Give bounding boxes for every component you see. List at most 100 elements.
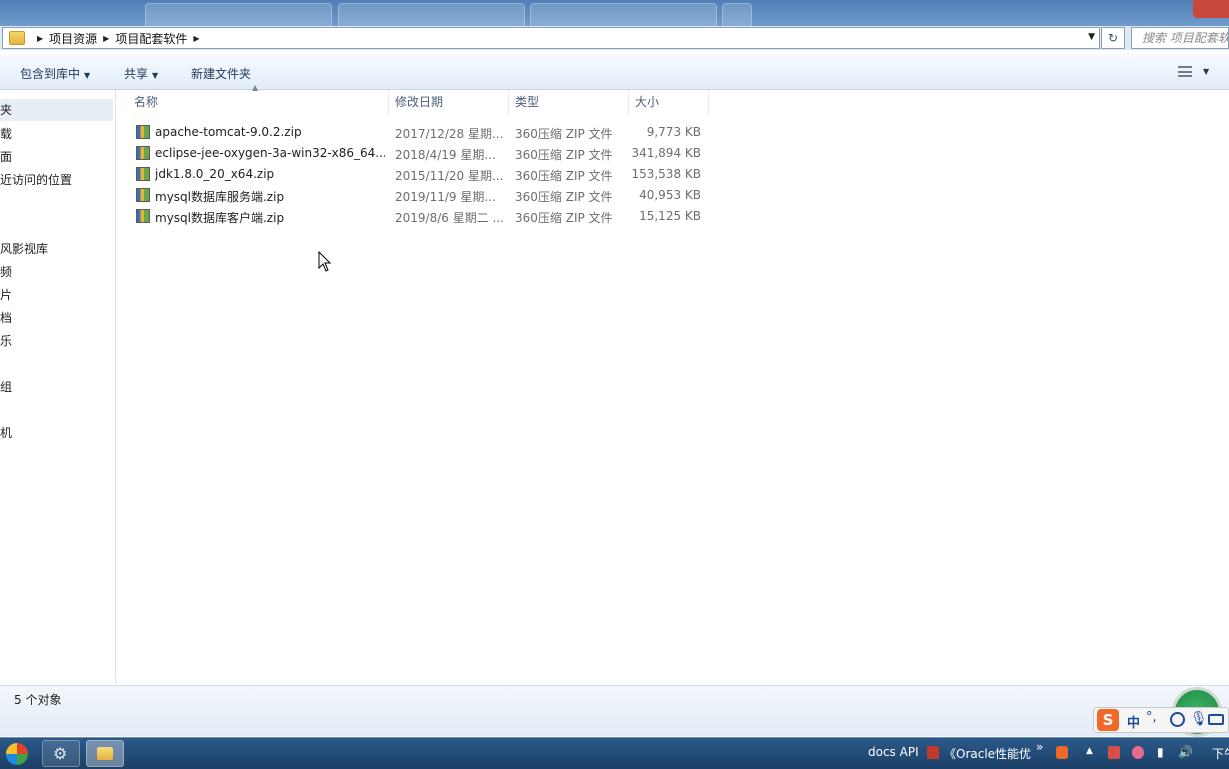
file-row[interactable]: jdk1.8.0_20_x64.zip 2015/11/20 星期... 360…: [130, 164, 710, 185]
file-row[interactable]: mysql数据库客户端.zip 2019/8/6 星期二 ... 360压缩 Z…: [130, 206, 710, 227]
sogou-tray-icon[interactable]: [1056, 746, 1068, 759]
file-name: apache-tomcat-9.0.2.zip: [155, 125, 302, 139]
file-name: eclipse-jee-oxygen-3a-win32-x86_64....: [155, 146, 385, 160]
column-header-row: 名称 修改日期 类型 大小: [116, 90, 736, 114]
zip-file-icon: [136, 209, 150, 223]
file-date: 2019/11/9 星期...: [395, 190, 496, 204]
view-options-icon[interactable]: [1178, 66, 1192, 77]
gear-icon: ⚙: [53, 744, 68, 763]
folder-icon: [9, 31, 25, 45]
file-type: 360压缩 ZIP 文件: [515, 190, 613, 204]
microphone-icon[interactable]: 🎙: [1190, 711, 1208, 727]
nav-item-pictures[interactable]: 片: [0, 286, 12, 303]
toolbar-docs-api[interactable]: docs API: [868, 745, 919, 759]
ime-mode-toggle[interactable]: 中: [1127, 712, 1140, 731]
zip-file-icon: [136, 167, 150, 181]
nav-item-videos[interactable]: 频: [0, 263, 12, 280]
nav-item-homegroup[interactable]: 组: [0, 378, 12, 395]
column-header-date[interactable]: 修改日期: [389, 90, 509, 114]
nav-item-music[interactable]: 乐: [0, 332, 12, 349]
ime-toolbar: S 中 °, 🎙: [1093, 707, 1229, 733]
taskbar: ⚙ docs API 《Oracle性能优 » ▲ ▮ 🔊 下午: [0, 737, 1229, 769]
new-tab-button[interactable]: [722, 3, 752, 27]
file-type: 360压缩 ZIP 文件: [515, 127, 613, 141]
search-input[interactable]: 搜索 项目配套软: [1131, 27, 1229, 49]
signal-icon[interactable]: ▮: [1157, 745, 1164, 759]
file-date: 2015/11/20 星期...: [395, 169, 504, 183]
chevron-right-icon[interactable]: ▶: [193, 34, 199, 43]
nav-item-desktop[interactable]: 面: [0, 148, 12, 165]
background-tab[interactable]: [145, 3, 332, 27]
file-size: 40,953 KB: [639, 188, 701, 202]
chevron-down-icon: ▼: [152, 71, 159, 80]
flower-tray-icon[interactable]: [1132, 746, 1144, 759]
file-size: 153,538 KB: [631, 167, 701, 181]
clock[interactable]: 下午: [1212, 745, 1229, 762]
folder-icon: [97, 747, 113, 760]
file-row[interactable]: eclipse-jee-oxygen-3a-win32-x86_64.... 2…: [130, 143, 710, 164]
file-size: 15,125 KB: [639, 209, 701, 223]
file-date: 2018/4/19 星期...: [395, 148, 496, 162]
status-bar: 5 个对象: [0, 685, 1229, 736]
breadcrumb-item[interactable]: 项目配套软件: [115, 30, 187, 47]
show-hidden-icons-icon[interactable]: ▲: [1086, 746, 1093, 756]
column-header-name[interactable]: 名称: [128, 90, 389, 114]
include-in-library-label: 包含到库中: [20, 67, 81, 81]
nav-item-recent-places[interactable]: 近访问的位置: [0, 171, 72, 188]
file-type: 360压缩 ZIP 文件: [515, 169, 613, 183]
keyboard-icon[interactable]: [1208, 714, 1224, 725]
zip-file-icon: [136, 188, 150, 202]
new-folder-button[interactable]: 新建文件夹: [191, 65, 251, 82]
chevron-down-icon[interactable]: ▼: [1088, 32, 1095, 42]
chrome-icon: [6, 743, 28, 765]
refresh-button[interactable]: ↻: [1101, 27, 1125, 49]
zip-file-icon: [136, 146, 150, 160]
navigation-pane: 夹 载 面 近访问的位置 风影视库 频 片 档 乐 组 机: [0, 90, 116, 684]
chevron-right-icon[interactable]: ▶: [37, 34, 43, 43]
window-close-button[interactable]: [1193, 0, 1229, 18]
title-strip: [0, 0, 1229, 27]
command-toolbar: 包含到库中 ▼ 共享 ▼ 新建文件夹 ▼: [0, 54, 1229, 90]
volume-icon[interactable]: 🔊: [1178, 745, 1193, 759]
file-name: jdk1.8.0_20_x64.zip: [155, 167, 275, 181]
file-size: 9,773 KB: [646, 125, 701, 139]
zip-file-icon: [136, 125, 150, 139]
nav-item-favorites[interactable]: 夹: [0, 99, 113, 121]
network-warning-icon[interactable]: [1108, 746, 1120, 759]
ime-punctuation-toggle[interactable]: °,: [1146, 710, 1157, 725]
chevron-right-icon[interactable]: ▶: [103, 34, 109, 43]
share-button[interactable]: 共享 ▼: [124, 65, 158, 82]
emoji-icon[interactable]: [1170, 712, 1185, 727]
mouse-cursor-icon: [318, 251, 332, 272]
file-name: mysql数据库服务端.zip: [155, 190, 285, 204]
nav-item-downloads[interactable]: 载: [0, 125, 12, 142]
column-header-type[interactable]: 类型: [509, 90, 629, 114]
breadcrumb-item[interactable]: 项目资源: [49, 30, 97, 47]
share-label: 共享: [124, 67, 149, 81]
background-tab[interactable]: [338, 3, 525, 27]
file-row[interactable]: mysql数据库服务端.zip 2019/11/9 星期... 360压缩 ZI…: [130, 185, 710, 206]
file-date: 2019/8/6 星期二 ...: [395, 211, 504, 225]
file-name: mysql数据库客户端.zip: [155, 211, 285, 225]
background-tab[interactable]: [530, 3, 717, 27]
address-row: ▶ 项目资源 ▶ 项目配套软件 ▶ ▼ ↻ 搜索 项目配套软: [0, 26, 1229, 50]
toolbar-oracle-doc[interactable]: 《Oracle性能优: [944, 745, 1031, 762]
nav-item-library[interactable]: 风影视库: [0, 240, 48, 257]
address-bar[interactable]: ▶ 项目资源 ▶ 项目配套软件 ▶ ▼: [2, 27, 1100, 49]
file-date: 2017/12/28 星期...: [395, 127, 504, 141]
chevron-down-icon[interactable]: ▼: [1203, 67, 1209, 76]
taskbar-app-settings[interactable]: ⚙: [42, 740, 80, 767]
file-type: 360压缩 ZIP 文件: [515, 148, 613, 162]
include-in-library-button[interactable]: 包含到库中 ▼: [20, 65, 90, 82]
item-count: 5 个对象: [14, 693, 62, 707]
toolbar-overflow-chevron[interactable]: »: [1036, 740, 1043, 754]
file-type: 360压缩 ZIP 文件: [515, 211, 613, 225]
nav-item-computer[interactable]: 机: [0, 424, 12, 441]
nav-item-documents[interactable]: 档: [0, 309, 12, 326]
file-row[interactable]: apache-tomcat-9.0.2.zip 2017/12/28 星期...…: [130, 122, 710, 143]
file-size: 341,894 KB: [631, 146, 701, 160]
start-button[interactable]: [2, 740, 34, 767]
column-header-size[interactable]: 大小: [629, 90, 709, 114]
taskbar-app-explorer[interactable]: [86, 740, 124, 767]
sogou-logo-icon[interactable]: S: [1097, 709, 1119, 731]
